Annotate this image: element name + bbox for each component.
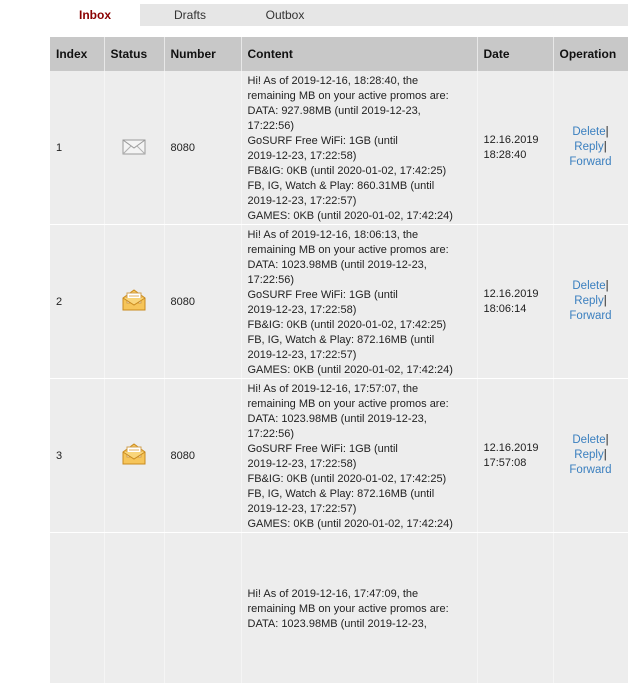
operation-separator: |	[605, 434, 609, 446]
message-content-line: remaining MB on your active promos are:	[247, 90, 449, 102]
message-content-line: Hi! As of 2019-12-16, 17:47:09, the	[247, 588, 419, 600]
message-content-line: FB&IG: 0KB (until 2020-01-02, 17:42:25)	[247, 473, 447, 485]
message-content-line: DATA: 1023.98MB (until 2019-12-23,	[247, 618, 427, 630]
message-content-line: FB, IG, Watch & Play: 860.31MB (until	[247, 180, 435, 192]
column-header-status: Status	[104, 37, 165, 71]
message-list: 1 8080 Hi! As of 2019-12-16, 18:28:40, t…	[50, 71, 628, 684]
delete-link[interactable]: Delete|	[554, 433, 628, 448]
read-envelope-icon	[122, 139, 146, 155]
message-number: 8080	[164, 378, 242, 533]
message-date: 12.16.2019 18:06:14	[477, 224, 554, 379]
message-content-line: 17:22:56)	[247, 120, 294, 132]
column-header-date: Date	[477, 37, 554, 71]
message-date	[477, 532, 554, 684]
message-index: 2	[50, 224, 105, 379]
reply-link[interactable]: Reply|	[554, 140, 628, 155]
forward-link[interactable]: Forward	[554, 155, 628, 170]
message-number: 8080	[164, 71, 242, 225]
forward-link[interactable]: Forward	[554, 309, 628, 324]
message-content-line: GoSURF Free WiFi: 1GB (until	[247, 135, 398, 147]
message-content-line: Hi! As of 2019-12-16, 18:06:13, the	[247, 229, 419, 241]
message-content-line: 2019-12-23, 17:22:58)	[247, 458, 357, 470]
message-date: 12.16.2019 18:28:40	[477, 71, 554, 225]
message-content-line: FB, IG, Watch & Play: 872.16MB (until	[247, 488, 435, 500]
message-status	[104, 71, 165, 225]
message-status	[104, 532, 165, 684]
message-content-line: GAMES: 0KB (until 2020-01-02, 17:42:24)	[247, 364, 453, 376]
table-header-row: Index Status Number Content Date Operati…	[50, 37, 628, 71]
message-date-time: 18:28:40	[483, 148, 527, 161]
column-header-number: Number	[164, 37, 242, 71]
operation-separator: |	[605, 126, 609, 138]
message-content-line: 2019-12-23, 17:22:58)	[247, 304, 357, 316]
message-content-line: 2019-12-23, 17:22:57)	[247, 503, 357, 515]
message-status	[104, 378, 165, 533]
delete-link[interactable]: Delete|	[554, 125, 628, 140]
message-content-line: 2019-12-23, 17:22:57)	[247, 349, 357, 361]
message-date-day: 12.16.2019	[483, 441, 539, 454]
column-header-index: Index	[50, 37, 105, 71]
message-operations: Delete| Reply| Forward	[553, 378, 628, 533]
message-date-time: 18:06:14	[483, 302, 527, 315]
column-header-content: Content	[241, 37, 478, 71]
message-content-line: GAMES: 0KB (until 2020-01-02, 17:42:24)	[247, 518, 453, 530]
table-row[interactable]: 1 8080 Hi! As of 2019-12-16, 18:28:40, t…	[50, 71, 628, 225]
operation-separator: |	[605, 280, 609, 292]
message-status	[104, 224, 165, 379]
tab-inbox[interactable]: Inbox	[50, 4, 140, 26]
reply-link[interactable]: Reply|	[554, 448, 628, 463]
message-date-day: 12.16.2019	[483, 133, 539, 146]
operation-separator: |	[603, 449, 607, 461]
message-operations: Delete| Reply| Forward	[553, 224, 628, 379]
message-content-line: remaining MB on your active promos are:	[247, 603, 449, 615]
message-number	[164, 532, 242, 684]
message-content[interactable]: Hi! As of 2019-12-16, 18:06:13, the remai…	[241, 224, 478, 379]
message-operations	[553, 532, 628, 684]
message-content-line: GAMES: 0KB (until 2020-01-02, 17:42:24)	[247, 210, 453, 222]
message-index: 1	[50, 71, 105, 225]
message-content-line: GoSURF Free WiFi: 1GB (until	[247, 289, 398, 301]
table-row[interactable]: 2 8080 Hi! As of 2019-12-16, 18:06:13, t…	[50, 224, 628, 379]
message-content-line: FB&IG: 0KB (until 2020-01-02, 17:42:25)	[247, 319, 447, 331]
message-date: 12.16.2019 17:57:08	[477, 378, 554, 533]
tab-outbox[interactable]: Outbox	[250, 4, 320, 26]
message-content-line: GoSURF Free WiFi: 1GB (until	[247, 443, 398, 455]
message-content-line: DATA: 1023.98MB (until 2019-12-23,	[247, 413, 427, 425]
message-content-line: DATA: 1023.98MB (until 2019-12-23,	[247, 259, 427, 271]
message-content-line: DATA: 927.98MB (until 2019-12-23,	[247, 105, 421, 117]
delete-link[interactable]: Delete|	[554, 279, 628, 294]
message-content-line: 2019-12-23, 17:22:57)	[247, 195, 357, 207]
table-row[interactable]: Hi! As of 2019-12-16, 17:47:09, the remai…	[50, 532, 628, 684]
message-date-time: 17:57:08	[483, 456, 527, 469]
message-content-line: remaining MB on your active promos are:	[247, 398, 449, 410]
message-operations: Delete| Reply| Forward	[553, 71, 628, 225]
message-index	[50, 532, 105, 684]
operation-separator: |	[603, 141, 607, 153]
column-header-operation: Operation	[553, 37, 628, 71]
unread-envelope-icon	[122, 443, 146, 465]
message-content[interactable]: Hi! As of 2019-12-16, 17:47:09, the remai…	[241, 532, 478, 684]
tab-drafts[interactable]: Drafts	[155, 4, 225, 26]
message-content-line: FB&IG: 0KB (until 2020-01-02, 17:42:25)	[247, 165, 447, 177]
message-content-line: 17:22:56)	[247, 274, 294, 286]
operation-separator: |	[603, 295, 607, 307]
message-content-line: Hi! As of 2019-12-16, 18:28:40, the	[247, 75, 419, 87]
message-table: Index Status Number Content Date Operati…	[50, 37, 628, 684]
message-content-line: 17:22:56)	[247, 428, 294, 440]
message-index: 3	[50, 378, 105, 533]
message-number: 8080	[164, 224, 242, 379]
message-date-day: 12.16.2019	[483, 287, 539, 300]
message-content[interactable]: Hi! As of 2019-12-16, 18:28:40, the remai…	[241, 71, 478, 225]
message-content[interactable]: Hi! As of 2019-12-16, 17:57:07, the remai…	[241, 378, 478, 533]
message-content-line: remaining MB on your active promos are:	[247, 244, 449, 256]
table-row[interactable]: 3 8080 Hi! As of 2019-12-16, 17:57:07, t…	[50, 378, 628, 533]
sms-tab-bar: Inbox Drafts Outbox	[50, 4, 628, 26]
message-content-line: 2019-12-23, 17:22:58)	[247, 150, 357, 162]
message-content-line: Hi! As of 2019-12-16, 17:57:07, the	[247, 383, 419, 395]
forward-link[interactable]: Forward	[554, 463, 628, 478]
message-content-line: FB, IG, Watch & Play: 872.16MB (until	[247, 334, 435, 346]
reply-link[interactable]: Reply|	[554, 294, 628, 309]
unread-envelope-icon	[122, 289, 146, 311]
